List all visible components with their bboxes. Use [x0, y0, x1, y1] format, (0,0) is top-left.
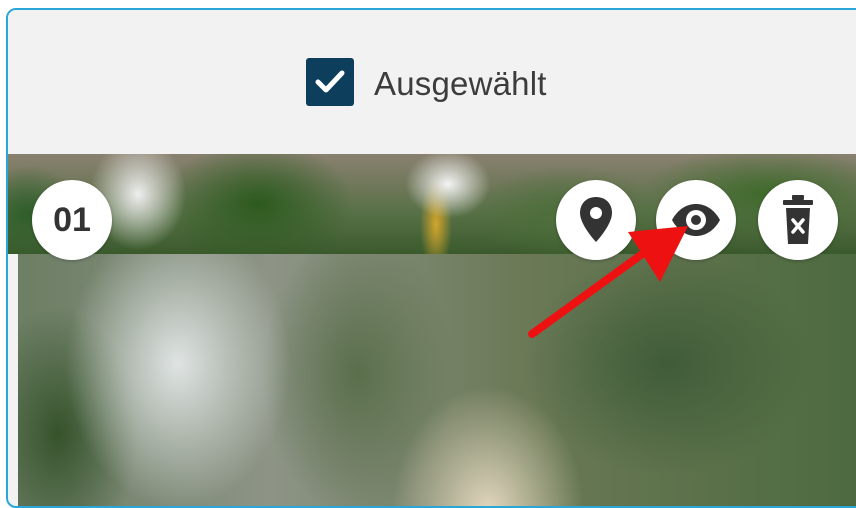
preview-button[interactable] — [656, 180, 736, 260]
photo-number-badge: 01 — [32, 180, 112, 260]
location-button[interactable] — [556, 180, 636, 260]
photo-blurred-area — [18, 254, 856, 506]
trash-icon — [783, 195, 813, 244]
card-header: Ausgewählt — [8, 10, 856, 154]
photo-card: Ausgewählt 01 — [6, 8, 856, 508]
select-label: Ausgewählt — [374, 65, 547, 102]
delete-button[interactable] — [758, 180, 838, 260]
eye-icon — [672, 204, 720, 236]
photo-thumbnail[interactable]: 01 — [8, 154, 856, 506]
map-pin-icon — [580, 197, 612, 242]
check-icon — [315, 70, 345, 93]
select-checkbox[interactable] — [306, 58, 354, 106]
